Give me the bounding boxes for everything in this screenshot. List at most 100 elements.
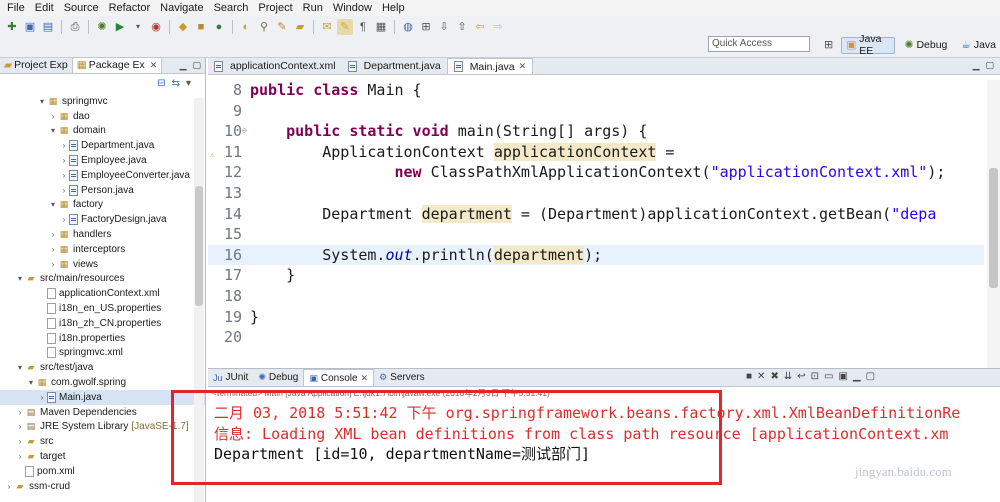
pin-icon[interactable]: ⊞ — [418, 19, 434, 35]
menu-navigate[interactable]: Navigate — [155, 0, 208, 16]
scroll-lock-icon[interactable]: ⇊ — [784, 371, 792, 382]
tree-item[interactable]: ▾ ▰ src/test/java — [0, 360, 205, 375]
tree-item[interactable]: ▾ ▦ com.gwolf.spring — [0, 375, 205, 390]
task-icon[interactable]: ✉ — [319, 19, 335, 35]
editor-tab[interactable]: Main.java ✕ — [446, 58, 534, 74]
menu-help[interactable]: Help — [377, 0, 410, 16]
globe-icon[interactable]: ◍ — [400, 19, 416, 35]
remove-launch-icon[interactable]: ✕ — [757, 371, 765, 382]
collapsed-arrow-icon[interactable]: › — [59, 141, 69, 150]
tree-item[interactable]: applicationContext.xml — [0, 286, 205, 301]
open-type-icon[interactable]: ◐ — [238, 19, 254, 35]
word-wrap-icon[interactable]: ↩ — [797, 371, 805, 382]
tree-item[interactable]: › ▰ src — [0, 434, 205, 449]
tree-item[interactable]: › ▰ ssm-crud — [0, 479, 205, 494]
tree-item[interactable]: › ▦ interceptors — [0, 242, 205, 257]
menu-source[interactable]: Source — [59, 0, 104, 16]
forward-icon[interactable]: ⇨ — [490, 19, 506, 35]
tab-servers[interactable]: ⚙ Servers — [374, 369, 430, 386]
minimize-icon[interactable]: ▁ — [853, 371, 861, 382]
code-line[interactable]: 16 System.out.println(department); — [208, 244, 984, 266]
collapsed-arrow-icon[interactable]: › — [4, 482, 14, 491]
search-icon[interactable]: ⚲ — [256, 19, 272, 35]
close-icon[interactable]: ✕ — [150, 58, 158, 73]
tree-item[interactable]: › Employee.java — [0, 153, 205, 168]
perspective-java[interactable]: ☕ Java — [957, 37, 1000, 54]
code-line[interactable]: 18 — [208, 286, 984, 307]
collapsed-arrow-icon[interactable]: › — [48, 230, 58, 239]
tab-project-explorer[interactable]: ▰ Project Exp — [0, 57, 72, 73]
code-line[interactable]: 11 ApplicationContext applicationContext… — [208, 142, 984, 163]
maximize-icon[interactable]: ▢ — [866, 371, 875, 382]
code-line[interactable]: 9 — [208, 101, 984, 122]
tree-item[interactable]: › Department.java — [0, 138, 205, 153]
new-icon[interactable]: ✚ — [4, 19, 20, 35]
tree-item[interactable]: › Main.java — [0, 389, 205, 405]
code-line[interactable]: 15 — [208, 224, 984, 245]
toggle-block-icon[interactable]: ¶ — [355, 19, 371, 35]
left-scrollbar[interactable] — [194, 98, 204, 502]
menu-file[interactable]: File — [2, 0, 30, 16]
console-output[interactable]: 二月 03, 2018 5:51:42 下午 org.springframewo… — [208, 403, 998, 465]
expanded-arrow-icon[interactable]: ▾ — [48, 200, 58, 209]
tree-item[interactable]: i18n.properties — [0, 331, 205, 346]
open-console-icon[interactable]: ▣ — [838, 371, 847, 382]
tree-item[interactable]: springmvc.xml — [0, 346, 205, 361]
tree-item[interactable]: › ▦ handlers — [0, 227, 205, 242]
menu-project[interactable]: Project — [253, 0, 297, 16]
tree-item[interactable]: ▾ ▦ factory — [0, 198, 205, 213]
next-annotation-icon[interactable]: ⇩ — [436, 19, 452, 35]
run-icon[interactable]: ▶ — [112, 19, 128, 35]
code-line[interactable]: 20 — [208, 327, 984, 348]
tab-console[interactable]: ▣ Console ✕ — [303, 369, 375, 386]
pencil-icon[interactable]: ✎ — [274, 19, 290, 35]
collapsed-arrow-icon[interactable]: › — [48, 245, 58, 254]
perspective-debug[interactable]: ✺ Debug — [901, 37, 952, 54]
expanded-arrow-icon[interactable]: ▾ — [37, 97, 47, 106]
maximize-icon[interactable]: ▢ — [192, 60, 201, 71]
menu-run[interactable]: Run — [298, 0, 328, 16]
tree-item[interactable]: › ▦ dao — [0, 109, 205, 124]
save-icon[interactable]: ▣ — [22, 19, 38, 35]
mark-occurrences-icon[interactable]: ✎ — [337, 19, 353, 35]
tree-item[interactable]: i18n_en_US.properties — [0, 301, 205, 316]
scroll-thumb[interactable] — [989, 168, 998, 288]
tree-item[interactable]: ▾ ▦ springmvc — [0, 94, 205, 109]
collapsed-arrow-icon[interactable]: › — [15, 437, 25, 446]
close-icon[interactable]: ✕ — [361, 373, 369, 384]
collapsed-arrow-icon[interactable]: › — [48, 112, 58, 121]
expanded-arrow-icon[interactable]: ▾ — [15, 274, 25, 283]
debug-icon[interactable]: ✺ — [94, 19, 110, 35]
open-perspective-icon[interactable]: ⊞ — [822, 37, 835, 53]
tab-junit[interactable]: Ju JUnit — [208, 369, 253, 386]
expanded-arrow-icon[interactable]: ▾ — [48, 126, 58, 135]
tree-item[interactable]: ▾ ▰ src/main/resources — [0, 272, 205, 287]
editor-tab[interactable]: Department.java — [342, 58, 447, 74]
code-line[interactable]: 19} — [208, 307, 984, 328]
collapsed-arrow-icon[interactable]: › — [15, 452, 25, 461]
tree-item[interactable]: › Person.java — [0, 183, 205, 198]
tab-package-explorer[interactable]: ▦ Package Ex ✕ — [71, 57, 163, 73]
fold-icon[interactable]: ⊖ — [242, 121, 250, 135]
maximize-icon[interactable]: ▢ — [985, 60, 994, 71]
tree-item[interactable]: › EmployeeConverter.java — [0, 168, 205, 183]
run-dropdown-icon[interactable]: ▾ — [130, 19, 146, 35]
new-package-icon[interactable]: ■ — [193, 19, 209, 35]
expanded-arrow-icon[interactable]: ▾ — [26, 378, 36, 387]
print-icon[interactable]: ⎙ — [67, 19, 83, 35]
new-class-icon[interactable]: ● — [211, 19, 227, 35]
code-line[interactable]: 14 Department department = (Department)a… — [208, 204, 984, 225]
collapsed-arrow-icon[interactable]: › — [59, 186, 69, 195]
show-whitespace-icon[interactable]: ▦ — [373, 19, 389, 35]
collapsed-arrow-icon[interactable]: › — [59, 215, 69, 224]
code-line[interactable]: 10 public static void main(String[] args… — [208, 121, 984, 142]
remove-all-icon[interactable]: ✖ — [770, 371, 778, 382]
code-line[interactable]: 8 public class Main { — [208, 80, 984, 101]
prev-annotation-icon[interactable]: ⇧ — [454, 19, 470, 35]
display-console-icon[interactable]: ▭ — [824, 371, 833, 382]
terminate-icon[interactable]: ■ — [746, 371, 752, 382]
collapsed-arrow-icon[interactable]: › — [48, 260, 58, 269]
menu-search[interactable]: Search — [209, 0, 254, 16]
minimize-icon[interactable]: ▁ — [973, 60, 980, 71]
code-line[interactable]: 12 new ClassPathXmlApplicationContext("a… — [208, 162, 984, 183]
